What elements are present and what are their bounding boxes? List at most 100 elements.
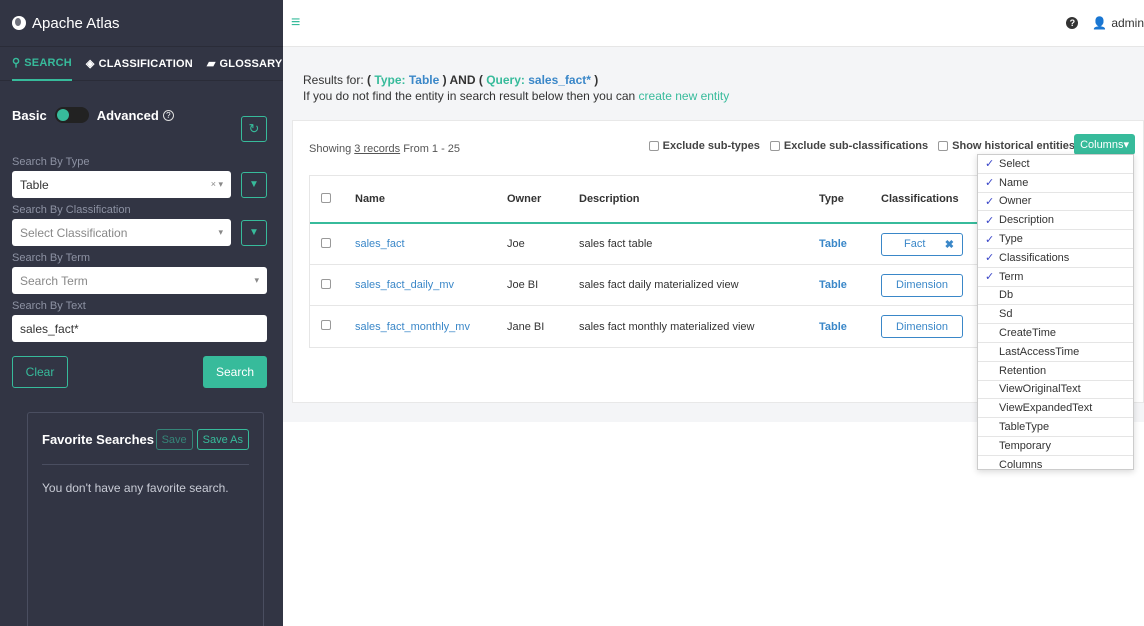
results-query-line: Results for: ( Type: Table ) AND ( Query… <box>303 73 599 87</box>
user-menu[interactable]: 👤 admin <box>1092 16 1144 30</box>
type-select[interactable]: Table × ▾ <box>12 171 231 198</box>
save-button[interactable]: Save <box>155 429 193 450</box>
column-option-label: Temporary <box>999 439 1051 452</box>
entity-type-link[interactable]: Table <box>819 321 881 333</box>
exclude-subtypes-option[interactable]: Exclude sub-types <box>648 140 760 152</box>
column-option-tabletype[interactable]: TableType <box>978 418 1133 437</box>
header-classifications[interactable]: Classifications <box>881 193 988 205</box>
classification-filter-button[interactable]: ▼ <box>241 219 267 246</box>
entity-name-link[interactable]: sales_fact <box>340 238 507 250</box>
column-option-classifications[interactable]: ✓ Classifications <box>978 249 1133 268</box>
tag-icon: ◈ <box>85 58 95 70</box>
column-option-viewexpandedtext[interactable]: ViewExpandedText <box>978 399 1133 419</box>
row-select-cell <box>310 237 340 251</box>
row-checkbox[interactable] <box>321 237 331 248</box>
clear-button[interactable]: Clear <box>12 356 68 388</box>
classification-label: Fact <box>904 238 926 250</box>
column-option-owner[interactable]: ✓ Owner <box>978 193 1133 212</box>
checkmark-icon: ✓ <box>985 233 995 246</box>
refresh-button[interactable]: ↻ <box>241 116 267 142</box>
filter-icon: ▼ <box>249 179 259 190</box>
classification-badge[interactable]: Dimension <box>881 273 963 297</box>
checkmark-icon: ✓ <box>985 252 995 265</box>
column-option-createtime[interactable]: CreateTime <box>978 324 1133 343</box>
entity-type-link[interactable]: Table <box>819 238 881 250</box>
results-hint: If you do not find the entity in search … <box>303 89 636 103</box>
checkbox[interactable] <box>938 141 949 151</box>
classification-placeholder: Select Classification <box>20 225 128 240</box>
checkbox[interactable] <box>769 141 780 151</box>
create-entity-link[interactable]: create new entity <box>639 89 730 103</box>
columns-button[interactable]: Columns ▾ <box>1074 134 1135 155</box>
column-option-type[interactable]: ✓ Type <box>978 230 1133 249</box>
column-option-retention[interactable]: Retention <box>978 362 1133 381</box>
search-by-term-label: Search By Term <box>12 252 91 264</box>
row-select-cell <box>310 320 340 333</box>
record-count[interactable]: 3 records <box>354 143 400 155</box>
column-option-select[interactable]: ✓ Select <box>978 155 1133 174</box>
help-icon[interactable]: ? <box>1066 17 1079 29</box>
column-option-term[interactable]: ✓ Term <box>978 268 1133 287</box>
column-option-sd[interactable]: Sd <box>978 305 1133 325</box>
tab-search[interactable]: ⚲ SEARCH <box>12 47 72 81</box>
results-hint-line: If you do not find the entity in search … <box>303 88 729 104</box>
classification-badge[interactable]: Fact ✖ <box>881 232 963 256</box>
basic-label: Basic <box>12 107 47 123</box>
column-option-name[interactable]: ✓ Name <box>978 174 1133 193</box>
column-option-lastaccesstime[interactable]: LastAccessTime <box>978 343 1133 362</box>
refresh-icon: ↻ <box>248 121 260 136</box>
column-option-db[interactable]: Db <box>978 287 1133 306</box>
exclude-subclassifications-label: Exclude sub-classifications <box>783 140 929 152</box>
column-option-temporary[interactable]: Temporary <box>978 437 1133 456</box>
header-type[interactable]: Type <box>819 193 881 205</box>
columns-button-label: Columns <box>1080 138 1124 151</box>
classification-select[interactable]: Select Classification ▾ <box>12 219 231 246</box>
search-button[interactable]: Search <box>203 356 267 388</box>
entity-name-link[interactable]: sales_fact_monthly_mv <box>340 321 507 333</box>
checkbox[interactable] <box>648 141 659 151</box>
column-option-label: Sd <box>999 308 1013 321</box>
search-text-input[interactable]: sales_fact* <box>12 315 267 342</box>
query-value: sales_fact* <box>528 73 591 87</box>
menu-icon[interactable]: ≡ <box>291 14 300 32</box>
column-option-columns[interactable]: Columns <box>978 456 1133 469</box>
clear-caret-icon[interactable]: × ▾ <box>211 179 223 190</box>
column-option-description[interactable]: ✓ Description <box>978 211 1133 231</box>
type-value: Table <box>408 73 440 87</box>
brand[interactable]: Apache Atlas <box>0 0 283 47</box>
mode-switch[interactable] <box>54 107 89 123</box>
term-select[interactable]: Search Term ▾ <box>12 267 267 294</box>
exclude-subclassifications-option[interactable]: Exclude sub-classifications <box>769 140 929 152</box>
chevron-down-icon: ▾ <box>254 275 259 285</box>
and-operator: AND <box>449 73 476 87</box>
mode-toggle-row: Basic Advanced ? <box>12 100 267 130</box>
row-checkbox[interactable] <box>321 320 331 330</box>
type-filter-button[interactable]: ▼ <box>241 171 267 198</box>
favorite-empty-text: You don't have any favorite search. <box>42 481 229 495</box>
search-options: Exclude sub-types Exclude sub-classifica… <box>648 140 1075 152</box>
entity-type-link[interactable]: Table <box>819 279 881 291</box>
show-historical-option[interactable]: Show historical entities <box>938 140 1075 152</box>
entity-name-link[interactable]: sales_fact_daily_mv <box>340 279 507 291</box>
classification-badge[interactable]: Dimension <box>881 315 963 338</box>
row-checkbox[interactable] <box>321 278 331 289</box>
tab-classification[interactable]: ◈ CLASSIFICATION <box>86 47 193 81</box>
tab-glossary[interactable]: ▰ GLOSSARY <box>207 47 283 81</box>
column-option-label: Type <box>999 233 1023 246</box>
header-owner[interactable]: Owner <box>507 193 579 205</box>
column-option-vieworiginaltext[interactable]: ViewOriginalText <box>978 381 1133 400</box>
header-name[interactable]: Name <box>340 193 507 205</box>
results-table: Name Owner Description Type Classificati… <box>309 175 989 348</box>
save-as-button[interactable]: Save As <box>196 429 249 450</box>
select-all-checkbox[interactable] <box>321 192 331 203</box>
checkmark-icon: ✓ <box>985 177 995 190</box>
table-row: sales_fact_monthly_mv Jane BI sales fact… <box>310 306 988 347</box>
checkmark-icon: ✓ <box>985 158 995 171</box>
entity-type: Table <box>819 238 847 250</box>
close-icon[interactable]: ✖ <box>945 238 954 251</box>
entity-owner: Joe <box>507 238 525 250</box>
column-option-label: Description <box>999 214 1055 227</box>
classification-label: Dimension <box>896 320 948 333</box>
header-description[interactable]: Description <box>579 193 819 205</box>
help-icon[interactable]: ? <box>162 109 174 121</box>
